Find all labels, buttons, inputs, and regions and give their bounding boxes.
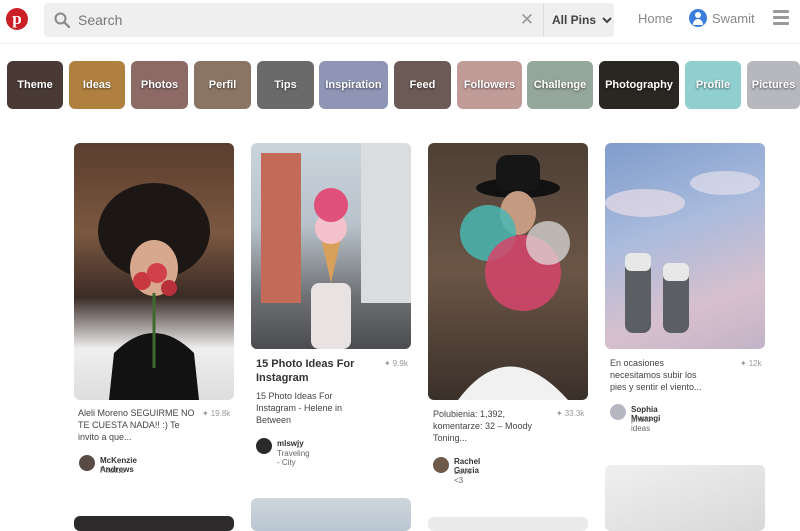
- chevron-down-icon: [602, 17, 612, 24]
- clear-search-icon[interactable]: ✕: [518, 10, 536, 30]
- pin-title[interactable]: 15 Photo Ideas For Instagram: [256, 357, 366, 385]
- category-chip-tips[interactable]: Tips: [257, 61, 314, 109]
- owner-avatar[interactable]: [79, 455, 95, 471]
- category-chip-perfil[interactable]: Perfil: [194, 61, 251, 109]
- owner-board[interactable]: Love <3: [454, 467, 471, 485]
- category-chip-theme[interactable]: Theme: [7, 61, 63, 109]
- pushpin-icon: ✦: [556, 409, 563, 418]
- pin-image[interactable]: [251, 143, 411, 349]
- pin-image-art: [458, 155, 570, 400]
- category-chip-photos[interactable]: Photos: [131, 61, 188, 109]
- pushpin-icon: ✦: [740, 359, 747, 368]
- owner-avatar[interactable]: [256, 438, 272, 454]
- home-link[interactable]: Home: [638, 11, 673, 26]
- pin-save-count: ✦ 12k: [740, 359, 762, 368]
- pin-image-partial[interactable]: [428, 517, 588, 531]
- search-input[interactable]: [78, 8, 508, 32]
- pin-image-partial[interactable]: [605, 465, 765, 531]
- pushpin-icon: ✦: [384, 359, 391, 368]
- search-scope-dropdown[interactable]: All Pins: [552, 3, 614, 37]
- owner-name[interactable]: mlswjy: [277, 439, 304, 448]
- hamburger-menu-icon[interactable]: [773, 10, 789, 26]
- owner-board[interactable]: Traveling - City: [277, 449, 310, 467]
- pin-image-partial[interactable]: [74, 516, 234, 531]
- pin-image[interactable]: [428, 143, 588, 400]
- pin-description: En ocasiones necesitamos subir los pies …: [610, 358, 702, 392]
- pin-description: 15 Photo Ideas For Instagram - Helene in…: [256, 391, 343, 425]
- pin-description: Aleli Moreno SEGUIRME NO TE CUESTA NADA!…: [78, 408, 195, 442]
- pin-image[interactable]: [74, 143, 234, 400]
- owner-avatar[interactable]: [433, 457, 449, 473]
- pin-image-art: [261, 143, 411, 349]
- category-chip-inspiration[interactable]: Inspiration: [319, 61, 388, 109]
- category-chip-photography[interactable]: Photography: [599, 61, 679, 109]
- search-bar: ✕ All Pins: [44, 3, 614, 37]
- pin-save-count: ✦ 33.3k: [556, 409, 585, 418]
- category-chip-feed[interactable]: Feed: [394, 61, 451, 109]
- pin-image-art: [605, 171, 760, 333]
- pushpin-icon: ✦: [202, 409, 209, 418]
- pin-save-count: ✦ 19.8k: [202, 409, 231, 418]
- pin-image-art: [98, 183, 210, 400]
- category-bar: Theme Ideas Photos Perfil Tips Inspiration Fee…: [0, 61, 800, 109]
- category-chip-pictures[interactable]: Pictures: [747, 61, 800, 109]
- category-chip-challenge[interactable]: Challenge: [527, 61, 593, 109]
- pin-description: Polubienia: 1,392, komentarze: 32 – Mood…: [433, 409, 533, 443]
- search-icon: [54, 12, 70, 28]
- owner-board[interactable]: Photos: [100, 466, 125, 475]
- pinterest-logo-icon[interactable]: p: [6, 8, 28, 30]
- category-chip-profile[interactable]: Profile: [685, 61, 741, 109]
- category-chip-ideas[interactable]: Ideas: [69, 61, 125, 109]
- owner-avatar[interactable]: [610, 404, 626, 420]
- user-avatar[interactable]: [689, 9, 707, 27]
- category-chip-followers[interactable]: Followers: [457, 61, 522, 109]
- pin-save-count: ✦ 9.9k: [384, 359, 408, 368]
- username-link[interactable]: Swamit: [712, 11, 755, 26]
- pin-image[interactable]: [605, 143, 765, 349]
- pin-image-partial[interactable]: [251, 498, 411, 531]
- search-divider: [543, 3, 544, 37]
- search-scope-label: All Pins: [552, 13, 597, 27]
- owner-board[interactable]: photo ideas: [631, 415, 651, 433]
- top-bar: p ✕ All Pins Home Swamit: [0, 0, 800, 44]
